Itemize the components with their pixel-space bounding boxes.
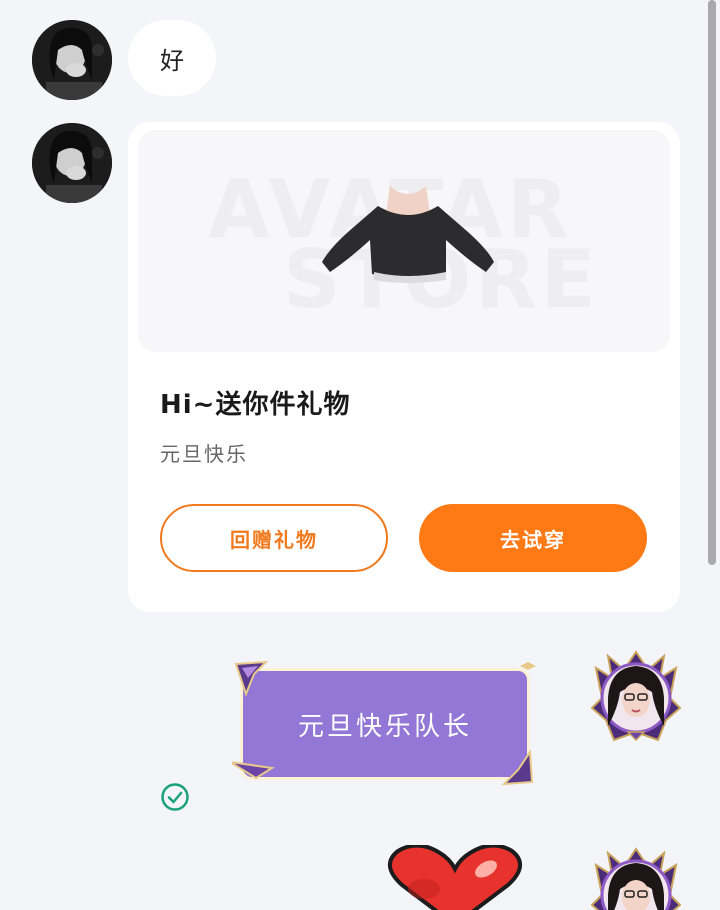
self-avatar-photo	[590, 847, 682, 910]
self-avatar[interactable]	[588, 648, 684, 744]
outgoing-message-bubble[interactable]: 元旦快乐队长	[232, 660, 538, 786]
heart-icon[interactable]	[384, 845, 526, 910]
gift-title: Hi~送你件礼物	[160, 390, 351, 420]
contact-avatar[interactable]	[32, 123, 112, 203]
scrollbar[interactable]	[708, 0, 716, 565]
contact-avatar-photo	[32, 20, 112, 100]
gift-item-image[interactable]: AVATAR STORE	[138, 130, 670, 352]
contact-avatar-photo	[32, 123, 112, 203]
try-on-button[interactable]: 去试穿	[419, 504, 647, 572]
incoming-message-bubble[interactable]: 好	[128, 20, 216, 96]
self-avatar[interactable]	[588, 845, 684, 910]
gift-subtitle: 元旦快乐	[160, 442, 248, 466]
gift-message-card[interactable]: AVATAR STORE Hi~送你件礼物 元旦快乐 回赠礼物 去试穿	[128, 122, 680, 612]
outgoing-message-text: 元旦快乐队长	[297, 711, 472, 742]
check-circle-icon	[161, 783, 189, 811]
incoming-message-text: 好	[160, 46, 184, 75]
return-gift-button[interactable]: 回赠礼物	[160, 504, 388, 572]
contact-avatar[interactable]	[32, 20, 112, 100]
black-top-garment	[322, 186, 494, 283]
self-avatar-photo	[590, 650, 682, 742]
